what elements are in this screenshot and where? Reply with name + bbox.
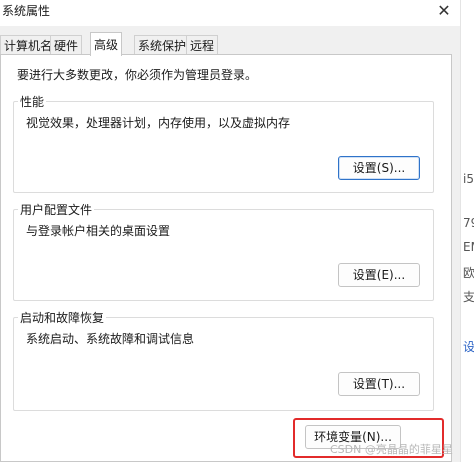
window-title: 系统属性 — [2, 4, 51, 18]
title-bar: 系统属性 ✕ — [0, 0, 460, 26]
system-properties-dialog: 计算机名 硬件 高级 系统保护 远程 要进行大多数更改，你必须作为管理员登录。 … — [0, 26, 460, 462]
user-profiles-settings-button[interactable]: 设置(E)... — [338, 263, 420, 287]
advanced-tab-panel: 要进行大多数更改，你必须作为管理员登录。 性能 视觉效果，处理器计划，内存使用，… — [0, 54, 452, 462]
performance-description: 视觉效果，处理器计划，内存使用，以及虚拟内存 — [26, 116, 291, 130]
background-text: 79- — [463, 216, 474, 230]
tab-hardware[interactable]: 硬件 — [50, 35, 83, 55]
background-text: i5 — [463, 172, 474, 186]
admin-note: 要进行大多数更改，你必须作为管理员登录。 — [17, 68, 258, 82]
tab-advanced[interactable]: 高级 — [90, 32, 123, 56]
tab-remote[interactable]: 远程 — [186, 35, 219, 55]
close-icon[interactable]: ✕ — [433, 1, 455, 23]
performance-settings-button[interactable]: 设置(S)... — [338, 156, 420, 180]
startup-recovery-group: 启动和故障恢复 系统启动、系统故障和调试信息 设置(T)... — [13, 309, 434, 411]
background-text: 支 — [463, 290, 474, 304]
user-profiles-group-title: 用户配置文件 — [18, 201, 95, 218]
user-profiles-group: 用户配置文件 与登录帐户相关的桌面设置 设置(E)... — [13, 201, 434, 301]
startup-recovery-settings-button[interactable]: 设置(T)... — [338, 372, 420, 396]
background-text: EM — [463, 240, 474, 254]
startup-recovery-description: 系统启动、系统故障和调试信息 — [26, 332, 195, 346]
background-link[interactable]: 设 — [463, 338, 474, 355]
tab-system-protection[interactable]: 系统保护 — [134, 35, 191, 55]
background-text: 欧 — [463, 266, 474, 280]
background-window: i5 79- EM 欧 支 设 — [460, 0, 474, 462]
tab-computer-name[interactable]: 计算机名 — [0, 35, 57, 55]
startup-recovery-group-title: 启动和故障恢复 — [18, 309, 107, 326]
performance-group: 性能 视觉效果，处理器计划，内存使用，以及虚拟内存 设置(S)... — [13, 93, 434, 193]
performance-group-title: 性能 — [18, 93, 47, 110]
user-profiles-description: 与登录帐户相关的桌面设置 — [26, 224, 171, 238]
watermark: CSDN @亮晶晶的菲星星 — [330, 443, 453, 456]
